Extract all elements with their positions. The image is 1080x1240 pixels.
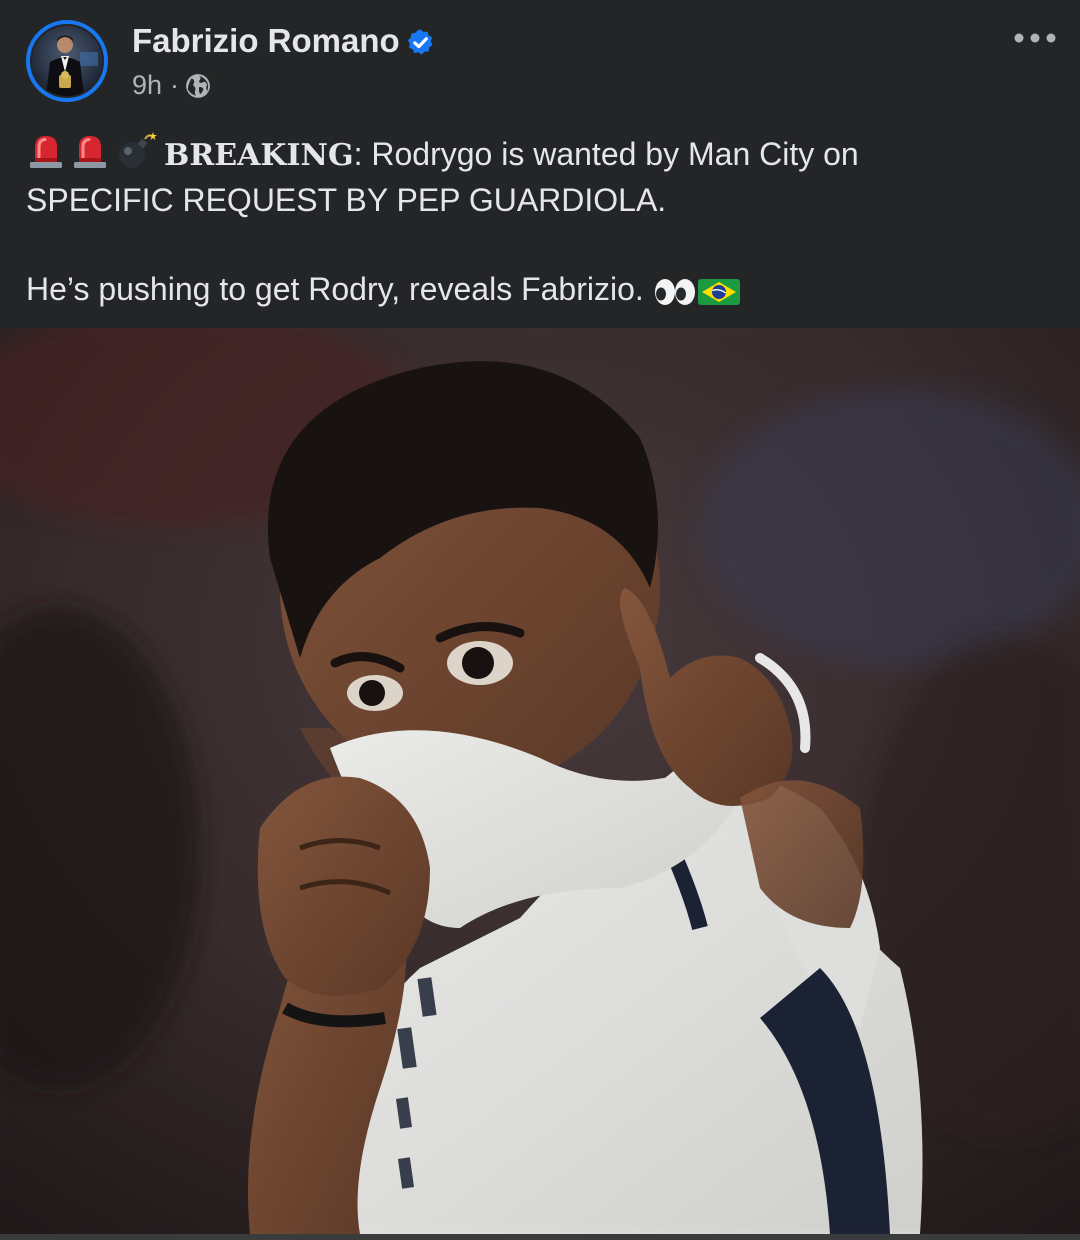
verified-badge-icon [407, 29, 433, 55]
post-time[interactable]: 9h [132, 70, 162, 101]
post-divider [0, 1234, 1080, 1240]
eyes-icon [654, 278, 695, 305]
player-kissing-shirt-pointing-photo[interactable] [0, 328, 1080, 1234]
post-text-line-3: He’s pushing to get Rodry, reveals Fabri… [26, 267, 1056, 312]
more-options-icon[interactable] [1010, 24, 1060, 52]
post-text-line-2: SPECIFIC REQUEST BY PEP GUARDIOLA. [26, 182, 667, 218]
post-text-line-1-rest: : Rodrygo is wanted by Man City on [353, 136, 859, 172]
post-meta: 9h · [132, 70, 211, 101]
brazil-flag-icon [697, 278, 740, 305]
post-header: Fabrizio Romano 9h · [0, 0, 1080, 120]
meta-separator: · [170, 70, 180, 100]
siren-icon [30, 136, 62, 168]
author-name[interactable]: Fabrizio Romano [132, 22, 400, 60]
breaking-label: BREAKING [164, 138, 354, 173]
post-text: BREAKING: Rodrygo is wanted by Man City … [26, 130, 1056, 312]
author-avatar[interactable] [26, 20, 108, 102]
emoji-group-1 [26, 130, 158, 170]
globe-icon [186, 73, 210, 98]
post-text-line-3-text: He’s pushing to get Rodry, reveals Fabri… [26, 271, 644, 307]
bomb-icon [119, 132, 157, 168]
avatar-image [32, 26, 102, 96]
siren-icon [74, 136, 106, 168]
facebook-post: Fabrizio Romano 9h · BREAKING: Rodrygo i… [0, 0, 1080, 1240]
post-text-line-1: BREAKING: Rodrygo is wanted by Man City … [26, 130, 1056, 178]
